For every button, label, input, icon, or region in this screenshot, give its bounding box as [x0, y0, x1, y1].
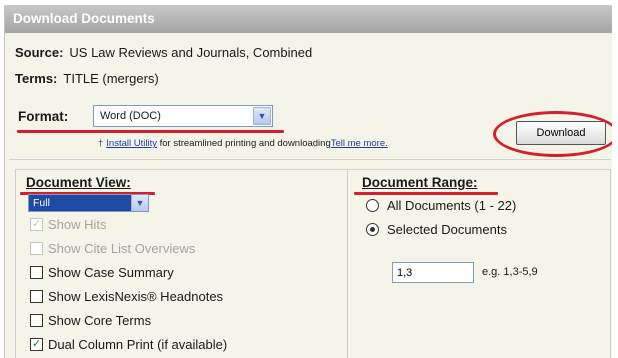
document-range-title: Document Range: — [362, 175, 478, 190]
checkbox-icon[interactable] — [30, 314, 43, 327]
all-documents-option[interactable]: All Documents (1 - 22) — [366, 198, 516, 213]
dagger-icon: † — [98, 138, 104, 149]
dialog-title: Download Documents — [5, 5, 612, 33]
checkbox-icon[interactable] — [30, 290, 43, 303]
show-core-terms-option[interactable]: Show Core Terms — [30, 313, 151, 328]
document-range-input[interactable] — [392, 262, 474, 283]
annotation-underline-range — [354, 192, 498, 195]
format-selected-value: Word (DOC) — [100, 110, 161, 122]
utility-row: † Install Utility for streamlined printin… — [98, 138, 388, 149]
checkbox-checked-icon[interactable]: ✓ — [30, 218, 43, 231]
format-label: Format: — [18, 109, 69, 124]
show-cite-list-option[interactable]: Show Cite List Overviews — [30, 241, 195, 256]
download-documents-dialog: Download Documents Source: US Law Reviews… — [4, 5, 612, 358]
show-hits-option[interactable]: ✓ Show Hits — [30, 217, 107, 232]
checkbox-checked-icon[interactable]: ✓ — [30, 338, 43, 351]
show-case-summary-option[interactable]: Show Case Summary — [30, 265, 174, 280]
radio-icon[interactable] — [366, 199, 379, 212]
selected-documents-option[interactable]: Selected Documents — [366, 222, 507, 237]
show-hits-label: Show Hits — [48, 217, 107, 232]
chevron-down-icon[interactable]: ▼ — [131, 195, 148, 211]
show-headnotes-label: Show LexisNexis® Headnotes — [48, 289, 224, 304]
range-hint: e.g. 1,3-5,9 — [482, 266, 538, 278]
document-range-panel: Document Range: All Documents (1 - 22) S… — [347, 169, 611, 358]
selected-documents-label: Selected Documents — [387, 222, 507, 237]
checkbox-icon[interactable] — [30, 266, 43, 279]
show-headnotes-option[interactable]: Show LexisNexis® Headnotes — [30, 289, 223, 304]
document-view-title: Document View: — [26, 175, 131, 190]
show-case-summary-label: Show Case Summary — [48, 265, 174, 280]
dual-column-print-option[interactable]: ✓ Dual Column Print (if available) — [30, 337, 227, 352]
tell-me-more-link[interactable]: Tell me more. — [331, 138, 388, 149]
format-select[interactable]: Word (DOC) ▼ — [93, 105, 273, 127]
radio-checked-icon[interactable] — [366, 223, 379, 236]
document-view-panel: Document View: Full ▼ ✓ Show Hits Show C… — [15, 169, 347, 358]
checkbox-icon[interactable] — [30, 242, 43, 255]
install-utility-link[interactable]: Install Utility — [106, 138, 157, 149]
download-button[interactable]: Download — [516, 121, 606, 145]
terms-label: Terms: — [15, 71, 58, 86]
show-core-terms-label: Show Core Terms — [48, 313, 152, 328]
source-value: US Law Reviews and Journals, Combined — [69, 45, 313, 60]
show-cite-list-label: Show Cite List Overviews — [48, 241, 196, 256]
annotation-underline-format — [17, 130, 284, 133]
source-row: Source: US Law Reviews and Journals, Comb… — [15, 45, 312, 60]
document-view-select[interactable]: Full ▼ — [28, 194, 149, 212]
document-view-selected: Full — [33, 197, 50, 209]
utility-text: for streamlined printing and downloading — [156, 138, 331, 149]
all-documents-label: All Documents (1 - 22) — [387, 198, 517, 213]
source-label: Source: — [15, 45, 64, 60]
dual-column-print-label: Dual Column Print (if available) — [48, 337, 228, 352]
section-divider — [9, 159, 611, 160]
terms-row: Terms: TITLE (mergers) — [15, 71, 159, 86]
chevron-down-icon[interactable]: ▼ — [253, 107, 271, 125]
terms-value: TITLE (mergers) — [63, 71, 159, 86]
